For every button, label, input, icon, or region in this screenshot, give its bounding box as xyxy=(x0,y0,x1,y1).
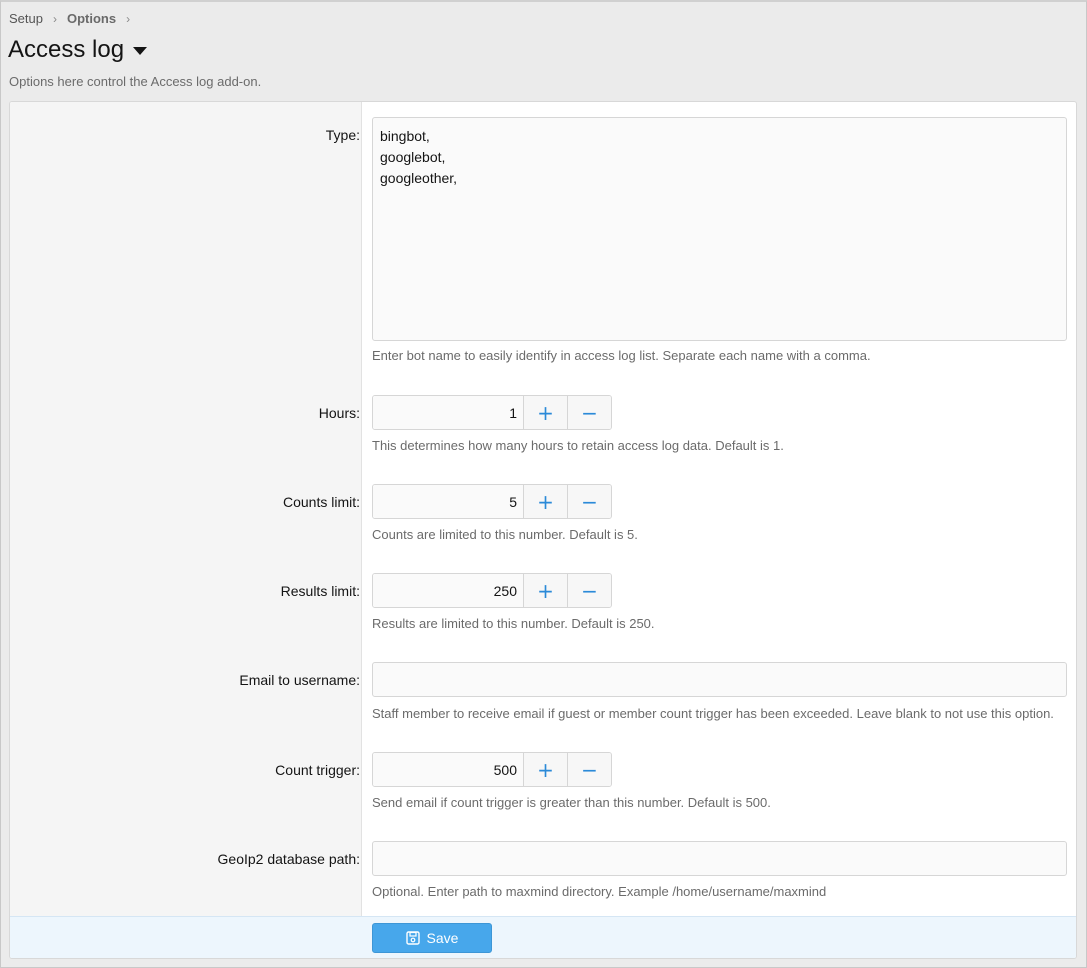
count-trigger-hint: Send email if count trigger is greater t… xyxy=(372,795,771,810)
page-description: Options here control the Access log add-… xyxy=(9,74,262,89)
save-button[interactable]: Save xyxy=(372,923,492,953)
counts-limit-decrement-button[interactable]: − xyxy=(567,485,611,518)
count-trigger-label: Count trigger: xyxy=(275,762,360,778)
save-icon xyxy=(405,931,420,945)
count-trigger-stepper: + − xyxy=(372,752,612,787)
type-textarea[interactable]: bingbot, googlebot, googleother, xyxy=(372,117,1067,341)
email-username-input[interactable] xyxy=(372,662,1067,697)
counts-limit-increment-button[interactable]: + xyxy=(523,485,567,518)
caret-down-icon[interactable] xyxy=(133,47,148,55)
breadcrumb-setup[interactable]: Setup xyxy=(9,11,43,26)
results-limit-decrement-button[interactable]: − xyxy=(567,574,611,607)
geoip-path-label: GeoIp2 database path: xyxy=(217,851,360,867)
hours-hint: This determines how many hours to retain… xyxy=(372,438,784,453)
results-limit-hint: Results are limited to this number. Defa… xyxy=(372,616,655,631)
hours-stepper: + − xyxy=(372,395,612,430)
count-trigger-decrement-button[interactable]: − xyxy=(567,753,611,786)
type-label: Type: xyxy=(325,127,360,143)
save-button-label: Save xyxy=(426,930,459,946)
hours-decrement-button[interactable]: − xyxy=(567,396,611,429)
chevron-right-icon: › xyxy=(52,11,57,26)
breadcrumb: Setup › Options › xyxy=(9,11,140,26)
page-title-text: Access log xyxy=(8,36,125,63)
hours-label: Hours: xyxy=(318,405,360,421)
counts-limit-label: Counts limit: xyxy=(282,494,360,510)
page-title[interactable]: Access log xyxy=(8,36,148,64)
hours-increment-button[interactable]: + xyxy=(523,396,567,429)
email-username-hint: Staff member to receive email if guest o… xyxy=(372,706,1054,721)
options-form: Type: bingbot, googlebot, googleother, E… xyxy=(9,101,1077,959)
hours-input[interactable] xyxy=(373,396,523,429)
form-footer: Save xyxy=(10,916,1076,958)
results-limit-stepper: + − xyxy=(372,573,612,608)
counts-limit-hint: Counts are limited to this number. Defau… xyxy=(372,527,638,542)
counts-limit-stepper: + − xyxy=(372,484,612,519)
breadcrumb-options[interactable]: Options xyxy=(67,11,116,26)
count-trigger-increment-button[interactable]: + xyxy=(523,753,567,786)
chevron-right-icon: › xyxy=(126,11,131,26)
results-limit-label: Results limit: xyxy=(280,583,360,599)
results-limit-input[interactable] xyxy=(373,574,523,607)
counts-limit-input[interactable] xyxy=(373,485,523,518)
count-trigger-input[interactable] xyxy=(373,753,523,786)
geoip-path-input[interactable] xyxy=(372,841,1067,876)
geoip-path-hint: Optional. Enter path to maxmind director… xyxy=(372,884,827,899)
type-hint: Enter bot name to easily identify in acc… xyxy=(372,348,871,363)
email-username-label: Email to username: xyxy=(239,672,360,688)
results-limit-increment-button[interactable]: + xyxy=(523,574,567,607)
